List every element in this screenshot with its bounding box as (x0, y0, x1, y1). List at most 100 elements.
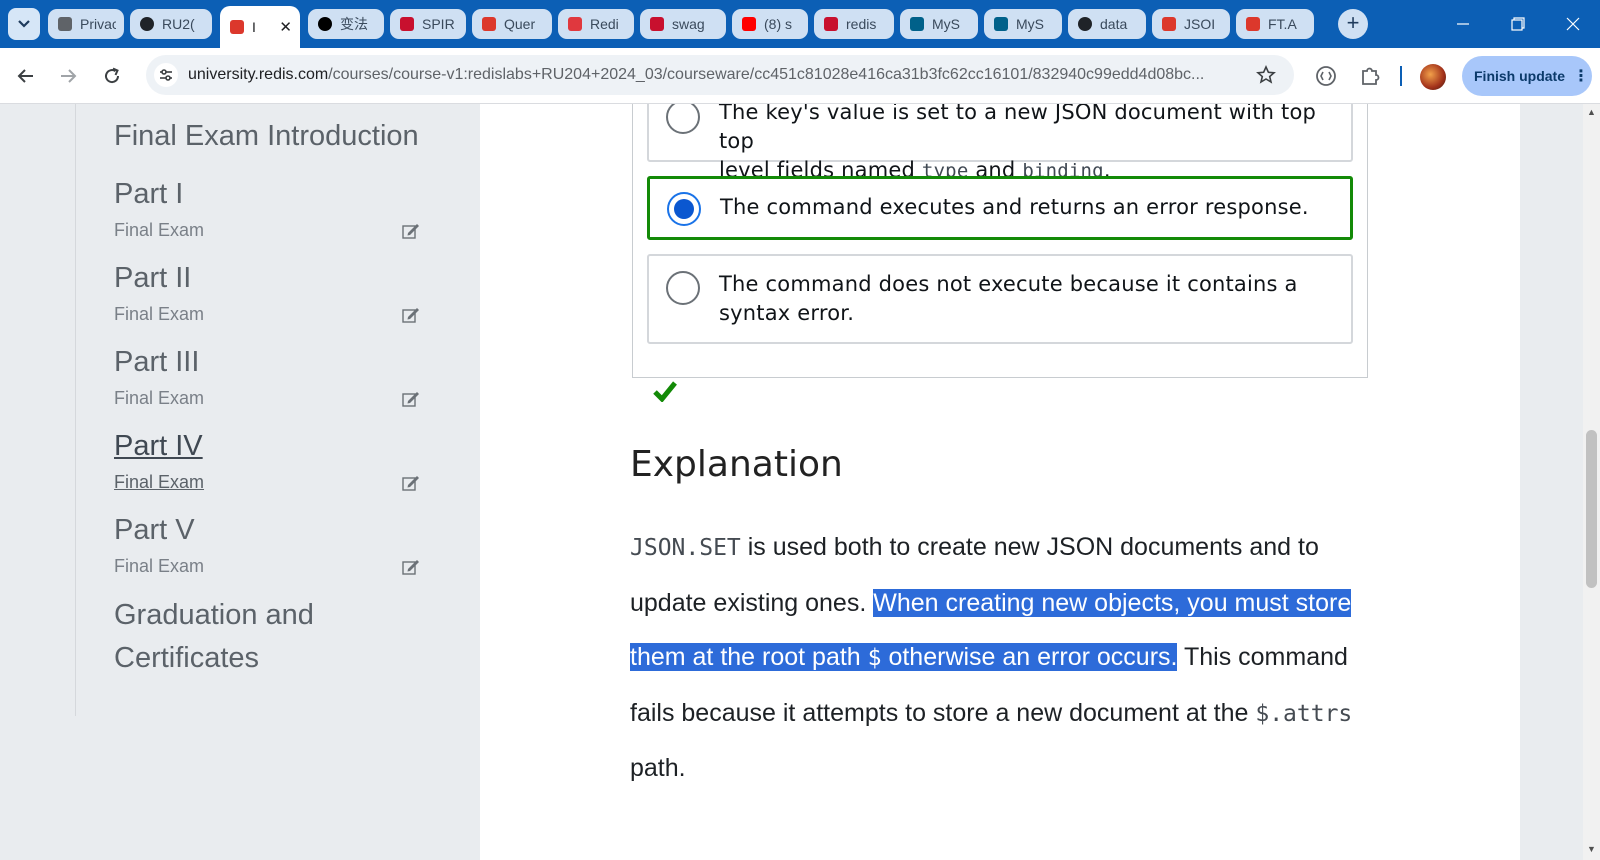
explanation-text-3: path. (630, 754, 686, 782)
tune-icon (160, 69, 172, 81)
browser-tab[interactable]: FT.A (1236, 9, 1314, 39)
extensions-menu-button[interactable] (1356, 62, 1384, 90)
browser-tab[interactable]: data (1068, 9, 1146, 39)
restore-button[interactable] (1495, 8, 1541, 40)
more-vert-icon: ⋮ (1573, 68, 1589, 85)
redis-cube-icon (228, 18, 246, 36)
redis-cube-icon (1160, 15, 1178, 33)
chevron-down-icon (18, 20, 30, 28)
site-info-button[interactable] (154, 63, 178, 87)
outline-part-1-subsection[interactable]: Final Exam (114, 220, 204, 241)
address-bar[interactable]: university.redis.com/courses/course-v1:r… (146, 55, 1294, 95)
scrollbar-thumb[interactable] (1586, 430, 1597, 588)
tab-title: swag (672, 16, 705, 32)
browser-tab[interactable]: JSOI (1152, 9, 1230, 39)
minimize-icon (1457, 23, 1469, 25)
browser-tab[interactable]: 变法 (308, 9, 384, 39)
browser-tab[interactable]: Redi (558, 9, 634, 39)
answer-option-c[interactable]: The command does not execute because it … (647, 254, 1353, 344)
browser-tab-strip: Privacy a RU2( I✕ 变法 SPIR Quer Redi swag (8) s re… (0, 0, 1600, 48)
redis-logo-icon (566, 15, 584, 33)
outline-item-graduation[interactable]: Graduation and Certificates (114, 594, 374, 680)
browser-tab[interactable]: (8) s (732, 9, 808, 39)
restore-icon (1511, 17, 1525, 31)
close-tab-icon[interactable]: ✕ (279, 18, 292, 36)
reload-button[interactable] (96, 60, 128, 92)
privacy-icon (56, 15, 74, 33)
swag-icon (822, 15, 840, 33)
back-button[interactable] (10, 60, 42, 92)
answer-option-a[interactable]: The key's value is set to a new JSON doc… (647, 104, 1353, 182)
course-outline-sidebar: Final Exam Introduction Part I Final Exa… (0, 104, 480, 860)
minimize-button[interactable] (1440, 8, 1486, 40)
tab-title: Quer (504, 16, 536, 32)
browser-tab[interactable]: Privacy a (48, 9, 124, 39)
radio-button-c[interactable] (666, 271, 700, 305)
extension-button[interactable] (1312, 62, 1340, 90)
code-root-path: $ (867, 645, 882, 671)
browser-tab[interactable]: I ✕ (220, 6, 300, 48)
edit-icon (402, 308, 419, 323)
url-path: /courses/course-v1:redislabs+RU204+2024_… (328, 66, 1205, 83)
option-a-line1: The key's value is set to a new JSON doc… (719, 104, 1317, 153)
sidebar-divider (75, 104, 76, 716)
outline-item-final-exam-intro[interactable]: Final Exam Introduction (114, 120, 419, 153)
page-scrollbar[interactable]: ▲ ▼ (1583, 104, 1600, 860)
github-icon (138, 15, 156, 33)
url-host: university.redis.com (188, 66, 329, 83)
outline-part-1-title[interactable]: Part I (114, 178, 183, 211)
radio-button-b[interactable] (667, 192, 701, 226)
tab-title: SPIR (422, 16, 455, 32)
browser-tab[interactable]: MyS (900, 9, 978, 39)
outline-part-5-subsection[interactable]: Final Exam (114, 556, 204, 577)
swag-icon (648, 15, 666, 33)
browser-tab[interactable]: Quer (472, 9, 552, 39)
browser-tab[interactable]: redis (814, 9, 894, 39)
scroll-up-arrow-icon[interactable]: ▲ (1586, 107, 1597, 119)
browser-tab[interactable]: RU2( (130, 9, 212, 39)
outline-part-4-subsection[interactable]: Final Exam (114, 472, 204, 493)
forward-button[interactable] (52, 60, 84, 92)
outline-part-2-subsection[interactable]: Final Exam (114, 304, 204, 325)
reload-icon (105, 67, 120, 84)
explanation-highlight-2: otherwise an error occurs. (881, 643, 1178, 671)
tab-title: RU2( (162, 16, 195, 32)
answer-option-a-text: The key's value is set to a new JSON doc… (719, 104, 1329, 186)
crest-icon (398, 15, 416, 33)
answer-option-b[interactable]: The command executes and returns an erro… (647, 176, 1353, 240)
correct-checkmark-icon (653, 381, 677, 402)
browser-toolbar: university.redis.com/courses/course-v1:r… (0, 48, 1600, 104)
redis-cube-icon (1244, 15, 1262, 33)
bookmark-button[interactable] (1254, 63, 1278, 87)
outline-part-5-title[interactable]: Part V (114, 514, 195, 547)
outline-part-4-title[interactable]: Part IV (114, 430, 203, 463)
outline-part-2-title[interactable]: Part II (114, 262, 191, 295)
finish-update-button[interactable]: Finish update ⋮ (1462, 56, 1592, 96)
arrow-right-icon (61, 69, 77, 83)
browser-tab[interactable]: SPIR (390, 9, 466, 39)
url-text: university.redis.com/courses/course-v1:r… (188, 66, 1228, 84)
tab-title: JSOI (1184, 16, 1216, 32)
browser-tab[interactable]: swag (640, 9, 726, 39)
chat-bot-icon (316, 15, 334, 33)
profile-avatar[interactable] (1420, 64, 1446, 90)
scroll-down-arrow-icon[interactable]: ▼ (1586, 844, 1597, 856)
browser-tab[interactable]: MyS (984, 9, 1062, 39)
close-icon (1566, 17, 1580, 31)
tab-title: FT.A (1268, 16, 1297, 32)
outline-part-3-title[interactable]: Part III (114, 346, 199, 379)
outline-part-3-subsection[interactable]: Final Exam (114, 388, 204, 409)
puzzle-icon (1362, 67, 1380, 85)
edit-icon (402, 224, 419, 239)
new-tab-button[interactable]: + (1338, 9, 1368, 39)
answer-option-c-text: The command does not execute because it … (719, 272, 1298, 325)
code-attrs-path: $.attrs (1255, 700, 1353, 727)
redis-cube-icon (480, 15, 498, 33)
close-window-button[interactable] (1550, 8, 1596, 40)
youtube-icon (740, 15, 758, 33)
toolbar-divider (1400, 66, 1402, 86)
radio-button-a[interactable] (666, 104, 700, 134)
tab-title: (8) s (764, 16, 792, 32)
tab-search-button[interactable] (8, 8, 40, 40)
tab-title: Privacy a (80, 16, 116, 32)
